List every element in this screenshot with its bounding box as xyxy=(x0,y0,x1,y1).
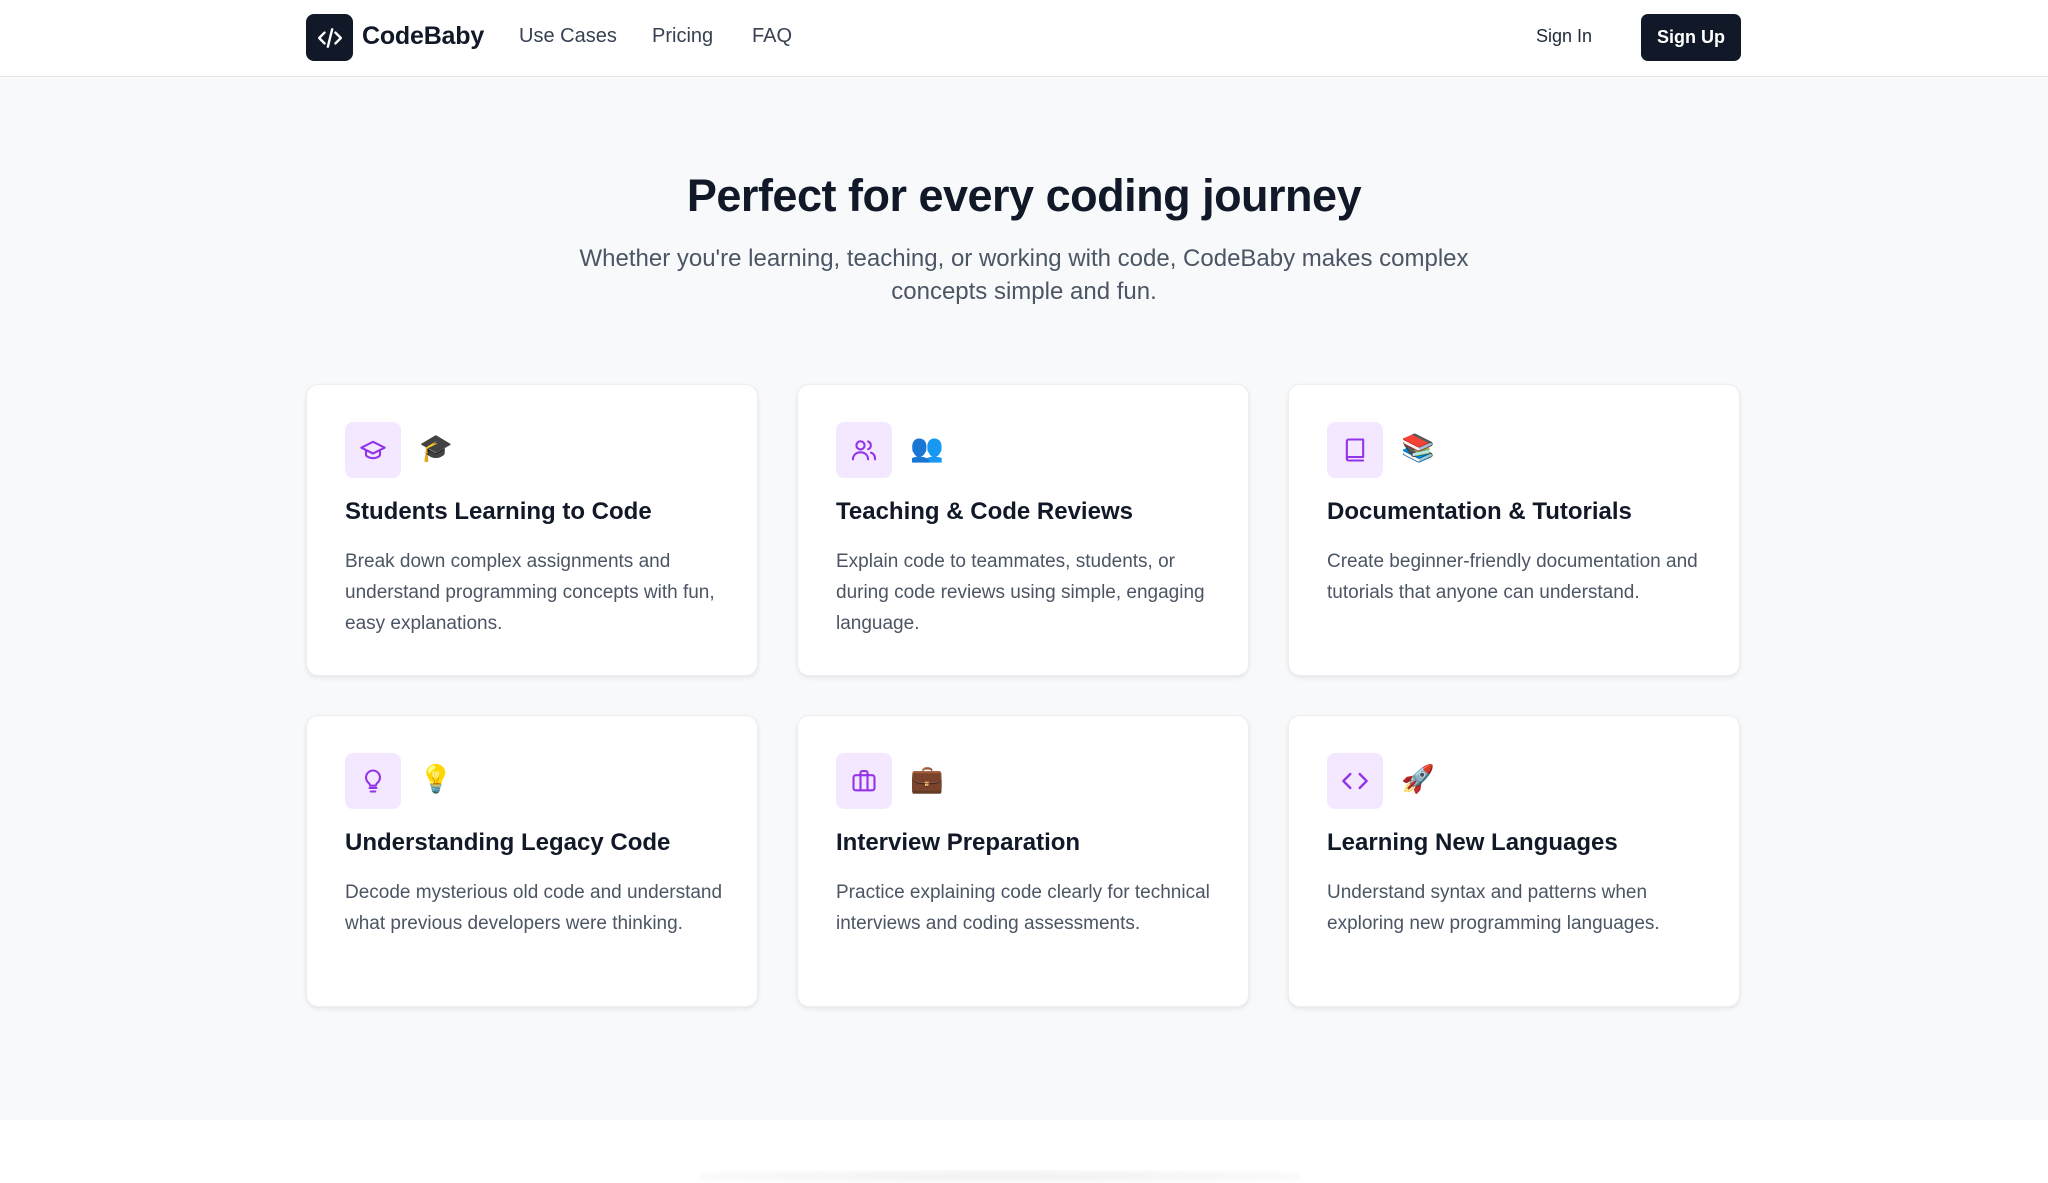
top-navbar: CodeBaby Use Cases Pricing FAQ Sign In S… xyxy=(0,0,2048,77)
lightbulb-icon xyxy=(345,753,401,809)
nav-use-cases[interactable]: Use Cases xyxy=(519,25,617,48)
section-subtitle: Whether you're learning, teaching, or wo… xyxy=(579,245,1469,305)
section-shadow xyxy=(700,1170,1300,1183)
use-case-card-new-languages: 🚀 Learning New Languages Understand synt… xyxy=(1288,715,1740,1007)
card-description: Decode mysterious old code and understan… xyxy=(345,882,723,934)
brand-name[interactable]: CodeBaby xyxy=(362,22,484,51)
card-title: Teaching & Code Reviews xyxy=(836,498,1133,525)
card-description: Break down complex assignments and under… xyxy=(345,551,715,634)
briefcase-emoji-icon: 💼 xyxy=(910,764,944,795)
rocket-emoji-icon: 🚀 xyxy=(1401,764,1435,795)
nav-faq[interactable]: FAQ xyxy=(752,25,792,48)
card-description: Explain code to teammates, students, or … xyxy=(836,551,1205,634)
sign-in-link[interactable]: Sign In xyxy=(1536,26,1592,47)
graduation-cap-emoji-icon: 🎓 xyxy=(419,433,453,464)
graduation-cap-icon xyxy=(345,422,401,478)
users-icon xyxy=(836,422,892,478)
briefcase-icon xyxy=(836,753,892,809)
books-emoji-icon: 📚 xyxy=(1401,433,1435,464)
book-icon xyxy=(1327,422,1383,478)
use-case-card-documentation: 📚 Documentation & Tutorials Create begin… xyxy=(1288,384,1740,676)
card-description: Create beginner-friendly documentation a… xyxy=(1327,551,1698,603)
users-emoji-icon: 👥 xyxy=(910,433,944,464)
card-title: Learning New Languages xyxy=(1327,829,1618,856)
sign-up-button[interactable]: Sign Up xyxy=(1641,14,1741,61)
logo-icon[interactable] xyxy=(306,14,353,61)
section-title: Perfect for every coding journey xyxy=(686,170,1362,221)
use-case-card-interview: 💼 Interview Preparation Practice explain… xyxy=(797,715,1249,1007)
nav-pricing[interactable]: Pricing xyxy=(652,25,713,48)
card-title: Interview Preparation xyxy=(836,829,1081,856)
use-case-card-legacy-code: 💡 Understanding Legacy Code Decode myste… xyxy=(306,715,758,1007)
use-case-card-teaching: 👥 Teaching & Code Reviews Explain code t… xyxy=(797,384,1249,676)
card-description: Practice explaining code clearly for tec… xyxy=(836,882,1210,934)
card-title: Understanding Legacy Code xyxy=(345,829,671,856)
card-title: Documentation & Tutorials xyxy=(1327,498,1632,525)
card-description: Understand syntax and patterns when expl… xyxy=(1327,882,1660,934)
lightbulb-emoji-icon: 💡 xyxy=(419,764,453,795)
code-icon xyxy=(1327,753,1383,809)
card-title: Students Learning to Code xyxy=(345,498,652,525)
use-case-card-students: 🎓 Students Learning to Code Break down c… xyxy=(306,384,758,676)
